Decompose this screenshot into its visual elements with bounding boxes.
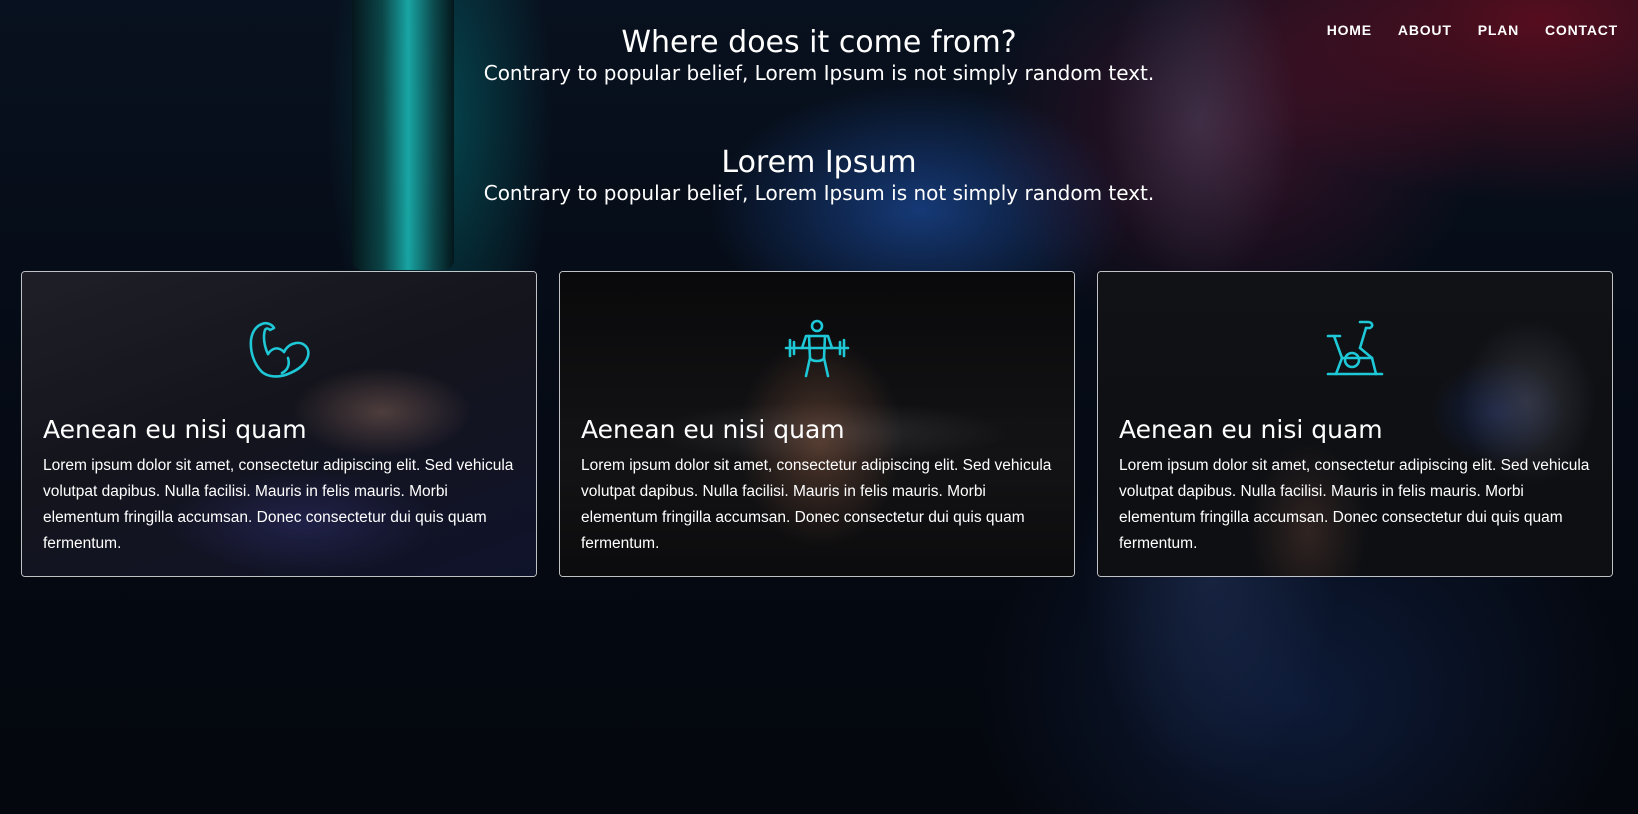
section-header: Lorem Ipsum Contrary to popular belief, … (0, 146, 1638, 206)
hero-title: Where does it come from? (621, 25, 1017, 60)
feature-card[interactable]: Aenean eu nisi quam Lorem ipsum dolor si… (559, 271, 1075, 577)
feature-card[interactable]: Aenean eu nisi quam Lorem ipsum dolor si… (1097, 271, 1613, 577)
card-title: Aenean eu nisi quam (581, 415, 845, 444)
card-title: Aenean eu nisi quam (43, 415, 307, 444)
section-title: Lorem Ipsum (721, 145, 917, 180)
card-title: Aenean eu nisi quam (1119, 415, 1383, 444)
card-text: Lorem ipsum dolor sit amet, consectetur … (1119, 457, 1590, 552)
hero-section: Where does it come from? Contrary to pop… (0, 26, 1638, 86)
card-text: Lorem ipsum dolor sit amet, consectetur … (43, 457, 514, 552)
weightlifter-icon (782, 318, 852, 380)
section-subtitle: Contrary to popular belief, Lorem Ipsum … (483, 181, 1155, 205)
exercise-bike-icon (1320, 318, 1390, 380)
feature-cards: Aenean eu nisi quam Lorem ipsum dolor si… (21, 271, 1613, 577)
flexed-bicep-icon (244, 318, 314, 380)
card-text: Lorem ipsum dolor sit amet, consectetur … (581, 457, 1052, 552)
feature-card[interactable]: Aenean eu nisi quam Lorem ipsum dolor si… (21, 271, 537, 577)
page: HOME ABOUT PLAN CONTACT Where does it co… (0, 0, 1638, 814)
hero-subtitle: Contrary to popular belief, Lorem Ipsum … (483, 61, 1155, 85)
